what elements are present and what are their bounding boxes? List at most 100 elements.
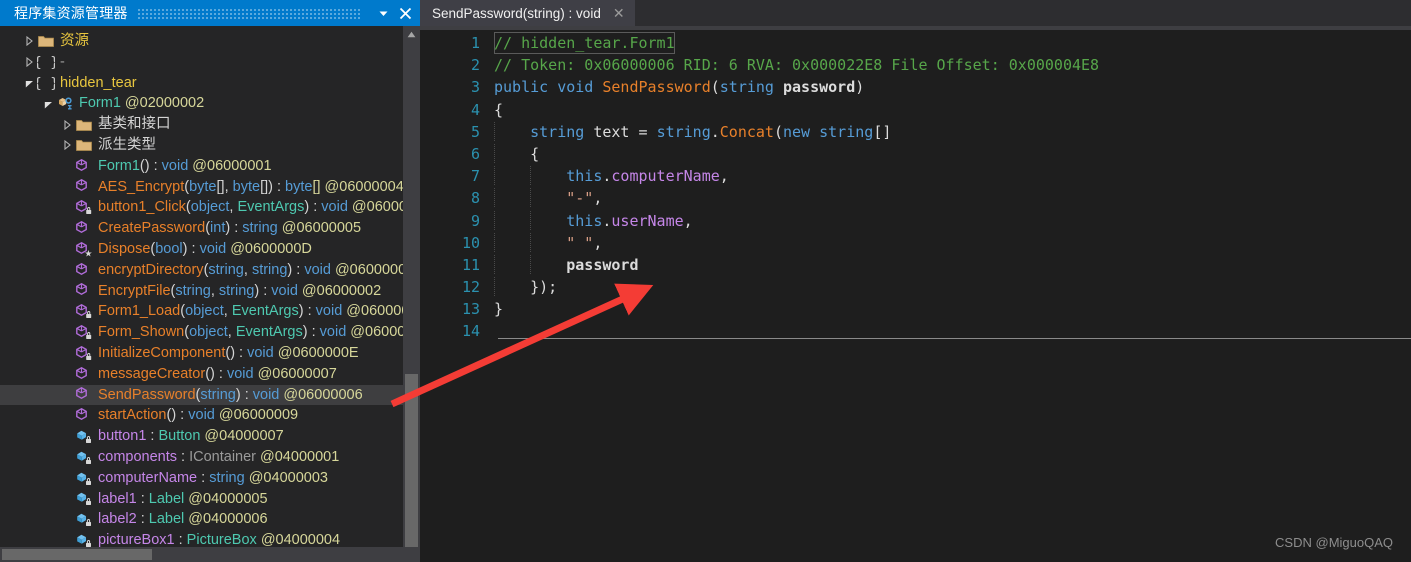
token: button1_Click xyxy=(98,199,186,216)
token: @0600000D xyxy=(226,240,312,257)
tree-row[interactable]: EncryptFile(string, string) : void @0600… xyxy=(0,281,420,302)
tree-row[interactable]: Form1() : void @06000001 xyxy=(0,156,420,177)
chevron-down-icon[interactable] xyxy=(22,73,36,93)
code-token: " " xyxy=(566,233,594,252)
token: ) : xyxy=(182,240,200,257)
token: EncryptFile xyxy=(98,282,171,299)
tree-row-label: SendPassword(string) : void @06000006 xyxy=(98,385,363,406)
namespace-icon: { } xyxy=(36,52,56,72)
tab-sendpassword[interactable]: SendPassword(string) : void ✕ xyxy=(420,0,635,26)
token: ) : xyxy=(302,324,320,341)
token: : xyxy=(197,469,210,486)
token: string xyxy=(200,386,236,403)
tree-row[interactable]: Form1 @02000002 xyxy=(0,93,420,114)
tree-twisty-empty xyxy=(60,468,74,488)
tree-row-label: messageCreator() : void @06000007 xyxy=(98,364,337,385)
code-token: ) xyxy=(855,78,865,97)
tree-row-selected[interactable]: SendPassword(string) : void @06000006 xyxy=(0,384,420,406)
tree-vertical-scrollbar[interactable] xyxy=(403,26,420,547)
tree-row[interactable]: 资源 xyxy=(0,31,420,52)
tree-row[interactable]: Form_Shown(object, EventArgs) : void @06… xyxy=(0,322,420,343)
token: void xyxy=(321,199,348,216)
tree-twisty-empty xyxy=(60,177,74,197)
token: @06000007 xyxy=(253,365,337,382)
tree-row[interactable]: { } hidden_tear xyxy=(0,73,420,94)
token: EventArgs xyxy=(231,303,299,320)
tree-row[interactable]: components : IContainer @04000001 xyxy=(0,447,420,468)
tree-vertical-scroll-thumb[interactable] xyxy=(405,374,418,547)
watermark: CSDN @MiguoQAQ xyxy=(1275,535,1393,550)
svg-text:{ }: { } xyxy=(37,55,55,70)
tree-row[interactable]: label2 : Label @04000006 xyxy=(0,509,420,530)
tree-row[interactable]: CreatePassword(int) : string @06000005 xyxy=(0,218,420,239)
token: Dispose xyxy=(98,240,151,257)
close-icon[interactable] xyxy=(394,2,416,24)
panel-titlebar: 程序集资源管理器 xyxy=(0,0,420,26)
tree-row-label: button1 : Button @04000007 xyxy=(98,426,284,447)
token: @04000003 xyxy=(244,469,328,486)
token: () xyxy=(139,157,150,174)
field-icon xyxy=(74,489,94,509)
tree-row[interactable]: Form1_Load(object, EventArgs) : void @06… xyxy=(0,301,420,322)
tree-row[interactable]: { }- xyxy=(0,52,420,73)
tree-row[interactable]: AES_Encrypt(byte[], byte[]) : byte[] @06… xyxy=(0,177,420,198)
token: string xyxy=(209,469,245,486)
tree-row[interactable]: computerName : string @04000003 xyxy=(0,468,420,489)
token: : xyxy=(146,428,159,445)
scroll-up-arrow-icon[interactable] xyxy=(403,26,420,43)
token: InitializeComponent xyxy=(98,344,226,361)
method-icon-sealed: ★ xyxy=(74,239,94,259)
token: - xyxy=(60,53,65,70)
chevron-down-icon[interactable] xyxy=(372,2,394,24)
token: 基类和接口 xyxy=(98,116,171,133)
tree-row[interactable]: label1 : Label @04000005 xyxy=(0,489,420,510)
token: @06000002 xyxy=(297,282,382,299)
chevron-down-icon[interactable] xyxy=(41,94,55,114)
close-icon[interactable]: ✕ xyxy=(611,6,627,20)
tree-scroll-host: 资源{ }-{ }hidden_tearForm1 @02000002基类和接口… xyxy=(0,26,420,547)
folder-icon xyxy=(74,135,94,155)
token: byte xyxy=(285,178,313,195)
tree-twisty-empty xyxy=(60,364,74,384)
line-number: 13 xyxy=(461,300,480,319)
tree-row[interactable]: button1_Click(object, EventArgs) : void … xyxy=(0,197,420,218)
code-line: 1 // hidden_tear.Form1 xyxy=(420,32,1411,54)
tree-row[interactable]: button1 : Button @04000007 xyxy=(0,426,420,447)
tree-row-label: Form1() : void @06000001 xyxy=(98,156,272,177)
tree-row[interactable]: encryptDirectory(string, string) : void … xyxy=(0,260,420,281)
tree-row[interactable]: messageCreator() : void @06000007 xyxy=(0,364,420,385)
tab-label: SendPassword(string) : void xyxy=(432,5,601,21)
token: , xyxy=(227,324,236,341)
tree-row[interactable]: 派生类型 xyxy=(0,135,420,156)
tree-row[interactable]: startAction() : void @06000009 xyxy=(0,405,420,426)
panel-drag-grip[interactable] xyxy=(137,7,362,19)
chevron-right-icon[interactable] xyxy=(22,31,36,51)
token: EventArgs xyxy=(235,324,303,341)
tree-horizontal-scroll-thumb[interactable] xyxy=(2,549,152,560)
token: @0600000E xyxy=(273,344,359,361)
tree-row[interactable]: 基类和接口 xyxy=(0,114,420,135)
code-line: 9 this.userName, xyxy=(420,210,1411,232)
tree-row[interactable]: InitializeComponent() : void @0600000E xyxy=(0,343,420,364)
tree-row[interactable]: ★ Dispose(bool) : void @0600000D xyxy=(0,239,420,260)
code-text: string text = string.Concat(new string[] xyxy=(494,121,891,143)
code-view[interactable]: 1 // hidden_tear.Form1 2 // Token: 0x060000… xyxy=(420,26,1411,562)
chevron-right-icon[interactable] xyxy=(60,115,74,135)
token: EventArgs xyxy=(237,199,305,216)
tree-horizontal-scrollbar[interactable] xyxy=(0,547,420,562)
token: @06000009 xyxy=(214,407,299,424)
token: void xyxy=(161,157,189,174)
chevron-right-icon[interactable] xyxy=(22,52,36,72)
code-text: public void SendPassword(string password… xyxy=(494,76,864,98)
chevron-right-icon[interactable] xyxy=(60,135,74,155)
code-line: 14 xyxy=(420,320,1411,342)
code-text: this.computerName, xyxy=(494,165,729,187)
tree-row-label: CreatePassword(int) : string @06000005 xyxy=(98,218,361,239)
token: , xyxy=(210,282,219,299)
tree-row[interactable]: pictureBox1 : PictureBox @04000004 xyxy=(0,530,420,547)
